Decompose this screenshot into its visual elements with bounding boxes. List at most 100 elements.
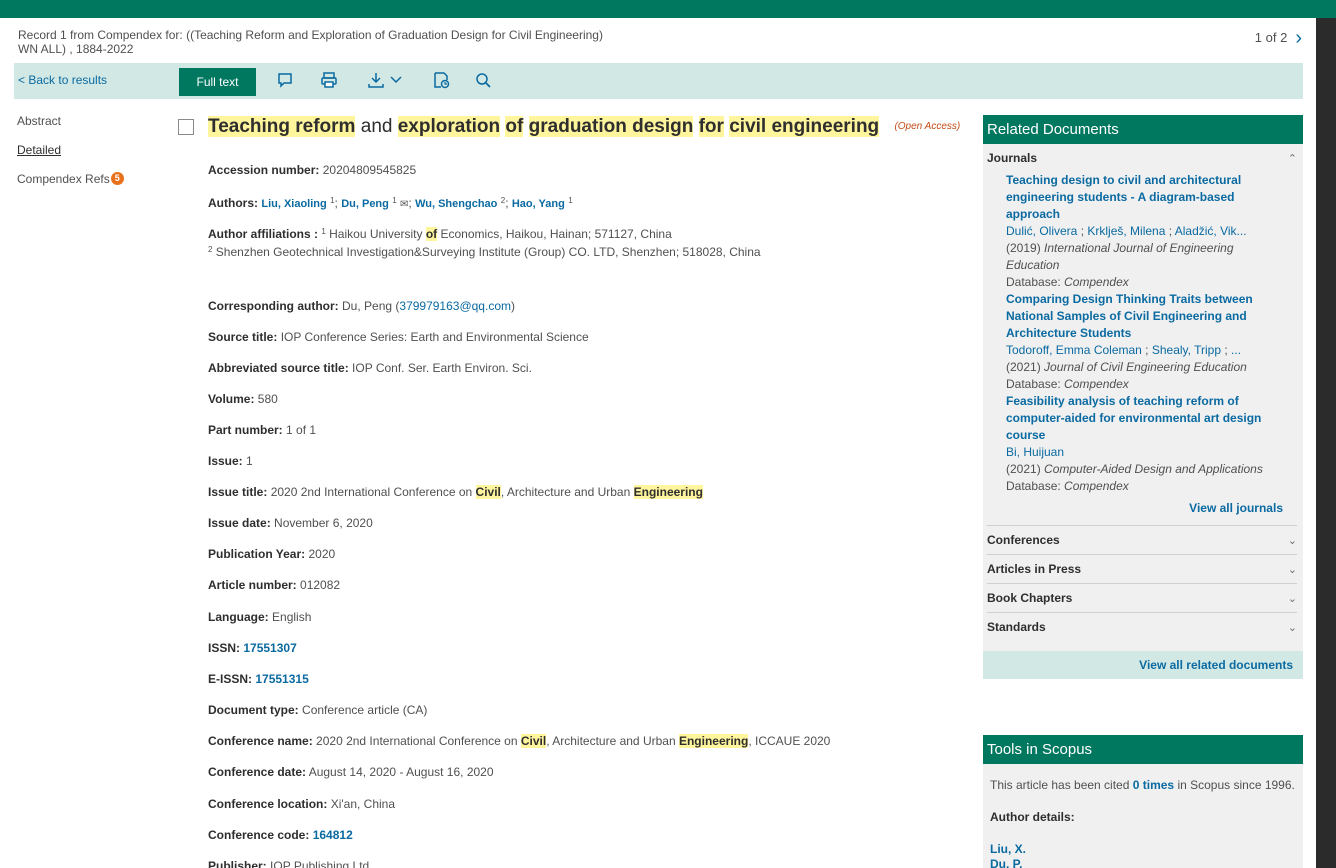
scopus-author-link[interactable]: Du, P. [990, 857, 1295, 868]
author-link[interactable]: Liu, Xiaoling [261, 198, 326, 210]
author-link[interactable]: ... [1231, 343, 1241, 357]
author-link[interactable]: Du, Peng [341, 198, 389, 210]
tools-in-scopus-panel: Tools in Scopus This article has been ci… [983, 735, 1303, 868]
field-label: Document type: [208, 703, 299, 717]
field-conference-date: Conference date: August 14, 2020 - Augus… [208, 765, 494, 779]
title-segment: and [355, 116, 398, 138]
search-icon[interactable] [474, 70, 492, 90]
field-label: Conference location: [208, 797, 328, 811]
field-affiliations: Author affiliations : 1 Haikou Universit… [208, 227, 761, 259]
book-chapters-section-toggle[interactable]: Book Chapters ⌄ [983, 584, 1303, 612]
field-value: , Architecture and Urban [500, 485, 634, 499]
record-query-line-2: WN ALL) , 1884-2022 [18, 42, 134, 56]
email-icon[interactable]: ✉ [400, 199, 408, 210]
conferences-section-toggle[interactable]: Conferences ⌄ [983, 526, 1303, 554]
related-source: International Journal of Engineering Edu… [1006, 241, 1234, 272]
field-corresponding-author: Corresponding author: Du, Peng (37997916… [208, 299, 515, 313]
field-publication-year: Publication Year: 2020 [208, 547, 335, 561]
save-icon[interactable] [430, 70, 452, 90]
next-record-chevron-icon[interactable]: › [1295, 28, 1302, 48]
related-database: Database: Compendex [1006, 376, 1287, 393]
title-segment [523, 116, 528, 137]
field-abbreviated-source: Abbreviated source title: IOP Conf. Ser.… [208, 361, 532, 375]
chevron-down-icon[interactable] [388, 70, 404, 90]
document-title: Teaching reform and exploration of gradu… [208, 116, 960, 138]
highlighted-term: Engineering [633, 485, 703, 499]
author-link[interactable]: Bi, Huijuan [1006, 445, 1064, 459]
full-text-button[interactable]: Full text [179, 68, 256, 96]
chevron-up-icon: ⌃ [1287, 152, 1297, 165]
author-link[interactable]: Krklješ, Milena [1087, 224, 1165, 238]
field-value: IOP Conf. Ser. Earth Environ. Sci. [352, 361, 532, 375]
section-label: Articles in Press [987, 562, 1082, 576]
field-label: Conference date: [208, 765, 307, 779]
field-value: Xi'an, China [330, 797, 396, 811]
back-to-results-link[interactable]: < Back to results [18, 73, 107, 87]
author-link[interactable]: Shealy, Tripp [1152, 343, 1221, 357]
field-label: Issue title: [208, 485, 268, 499]
record-pager: 1 of 2 › [1255, 28, 1302, 48]
highlighted-term: Engineering [678, 734, 749, 748]
nav-abstract[interactable]: Abstract [17, 114, 124, 128]
nav-compendex-refs[interactable]: Compendex Refs 5 [17, 172, 124, 186]
database-name: Compendex [1064, 377, 1129, 391]
scopus-author-link[interactable]: Liu, X. [990, 842, 1295, 857]
title-segment: of [505, 116, 524, 138]
section-label: Conferences [987, 533, 1060, 547]
related-journal-title-link[interactable]: Feasibility analysis of teaching reform … [1006, 393, 1287, 444]
eissn-link[interactable]: 17551315 [255, 672, 308, 686]
field-value: 20204809545825 [322, 163, 417, 177]
database-label: Database: [1006, 275, 1061, 289]
field-value: August 14, 2020 - August 16, 2020 [308, 765, 494, 779]
cited-times-link[interactable]: 0 times [1133, 778, 1174, 792]
view-all-related-documents-link[interactable]: View all related documents [983, 651, 1303, 679]
field-label: Accession number: [208, 163, 320, 177]
affiliation-number: 1 [392, 196, 397, 205]
field-value: 2020 [308, 547, 336, 561]
download-icon[interactable] [366, 70, 386, 90]
highlighted-term: of [425, 227, 438, 241]
field-value: 1 [246, 454, 253, 468]
chevron-down-icon: ⌄ [1287, 534, 1297, 547]
field-label: Volume: [208, 392, 255, 406]
field-authors: Authors: Liu, Xiaoling 1; Du, Peng 1 ✉; … [208, 196, 573, 210]
field-label: Conference name: [208, 734, 313, 748]
select-record-checkbox[interactable] [178, 119, 194, 135]
related-year: (2019) [1006, 241, 1041, 255]
articles-in-press-section-toggle[interactable]: Articles in Press ⌄ [983, 555, 1303, 583]
field-document-type: Document type: Conference article (CA) [208, 703, 427, 717]
field-source-title: Source title: IOP Conference Series: Ear… [208, 330, 589, 344]
view-all-journals-link[interactable]: View all journals [983, 495, 1303, 525]
journals-section-toggle[interactable]: Journals ⌃ [983, 144, 1303, 172]
affiliation-number: 1 [330, 196, 335, 205]
related-journal-title-link[interactable]: Comparing Design Thinking Traits between… [1006, 291, 1287, 342]
affiliation-2-text: Shenzhen Geotechnical Investigation&Surv… [215, 245, 761, 259]
field-value: IOP Publishing Ltd [270, 859, 370, 868]
comment-icon[interactable] [276, 70, 294, 90]
field-issue: Issue: 1 [208, 454, 253, 468]
standards-section-toggle[interactable]: Standards ⌄ [983, 613, 1303, 641]
field-conference-location: Conference location: Xi'an, China [208, 797, 395, 811]
field-value: ) [511, 299, 515, 313]
database-label: Database: [1006, 479, 1061, 493]
author-link[interactable]: Aladžić, Vik... [1175, 224, 1247, 238]
author-link[interactable]: Dulić, Olivera [1006, 224, 1077, 238]
cited-post: in Scopus since 1996. [1174, 778, 1295, 792]
affiliation-number: 1 [568, 196, 573, 205]
field-label: Article number: [208, 578, 297, 592]
author-link[interactable]: Todoroff, Emma Coleman [1006, 343, 1142, 357]
print-icon[interactable] [318, 70, 340, 90]
author-link[interactable]: Wu, Shengchao [415, 198, 497, 210]
field-conference-name: Conference name: 2020 2nd International … [208, 734, 830, 748]
corresponding-email-link[interactable]: 379979163@qq.com [399, 299, 511, 313]
left-navigation: Abstract Detailed Compendex Refs 5 [17, 114, 124, 201]
field-value: 012082 [300, 578, 341, 592]
database-name: Compendex [1064, 479, 1129, 493]
related-source: Computer-Aided Design and Applications [1044, 462, 1263, 476]
conference-code-link[interactable]: 164812 [313, 828, 353, 842]
nav-detailed[interactable]: Detailed [17, 143, 124, 157]
issn-link[interactable]: 17551307 [243, 641, 296, 655]
related-journal-title-link[interactable]: Teaching design to civil and architectur… [1006, 172, 1287, 223]
database-label: Database: [1006, 377, 1061, 391]
author-link[interactable]: Hao, Yang [512, 198, 565, 210]
